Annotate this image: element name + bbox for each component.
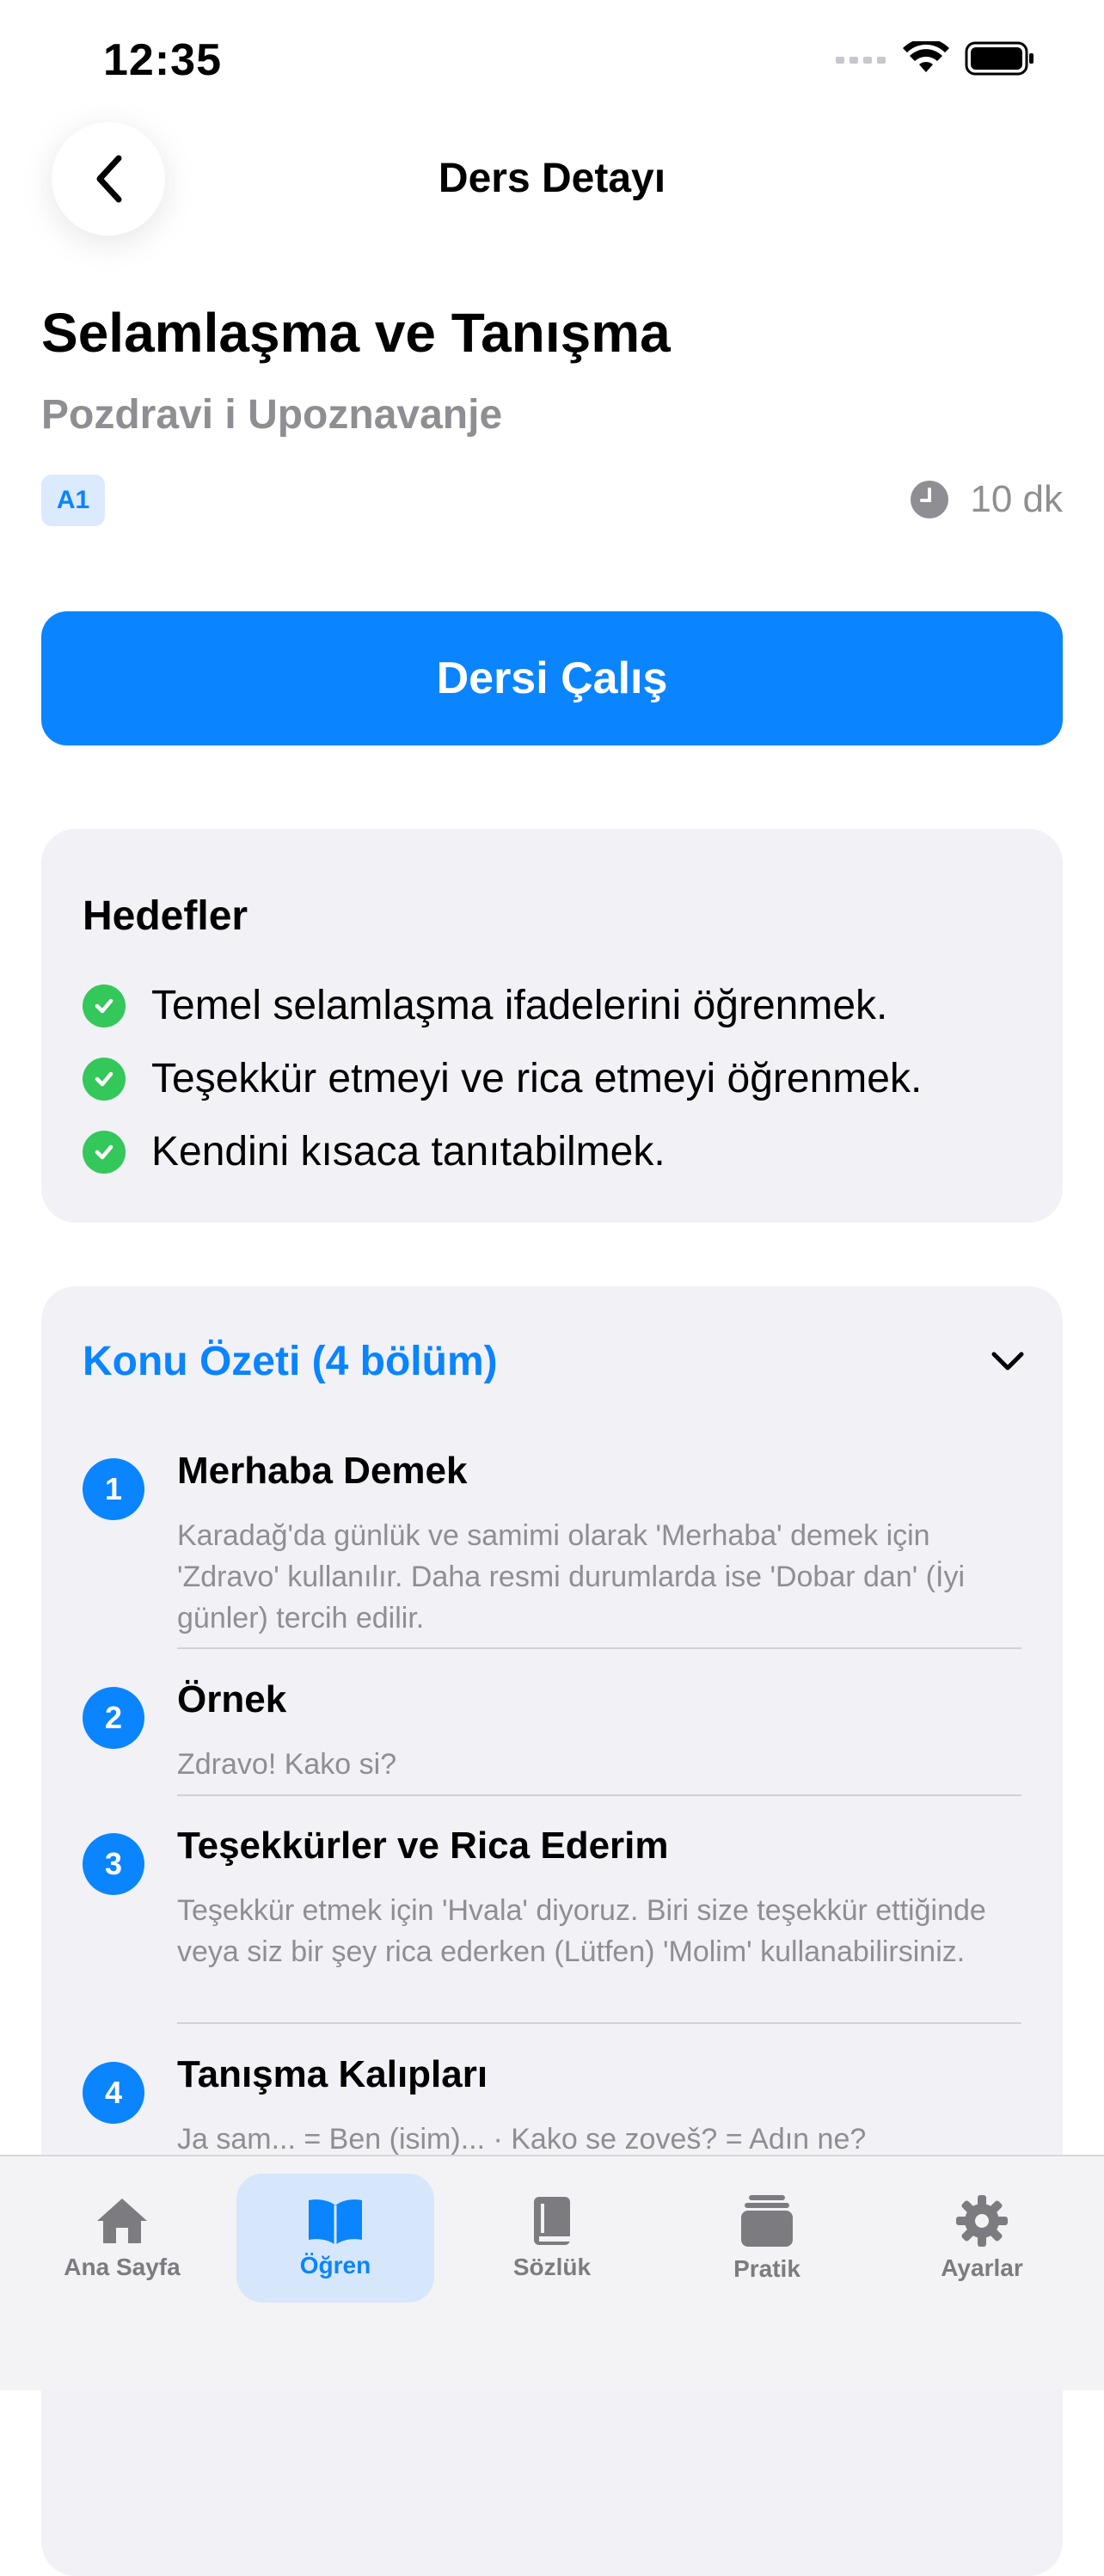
section-body: Karadağ'da günlük ve samimi olarak 'Merh… <box>177 1519 966 1635</box>
tab-label: Ayarlar <box>941 2254 1023 2281</box>
section-body: Teşekkür etmek için 'Hvala' diyoruz. Bir… <box>177 1894 986 1968</box>
study-lesson-button[interactable]: Dersi Çalış <box>41 611 1063 745</box>
goals-heading: Hedefler <box>83 893 248 939</box>
status-time: 12:35 <box>103 35 222 85</box>
divider <box>177 2022 1021 2024</box>
section-title: Merhaba Demek <box>177 1450 468 1492</box>
checkmark-icon <box>83 1130 126 1174</box>
duration-label: 10 dk <box>970 478 1063 520</box>
page-title: Ders Detayı <box>438 156 666 201</box>
section-number: 3 <box>83 1833 144 1895</box>
section-number: 2 <box>83 1687 144 1749</box>
lesson-title: Selamlaşma ve Tanışma <box>41 302 671 364</box>
section-title: Tanışma Kalıpları <box>177 2053 488 2095</box>
goal-text: Kendini kısaca tanıtabilmek. <box>151 1129 665 1175</box>
section-body: Ja sam... = Ben (isim)... · Kako se zove… <box>177 2123 867 2156</box>
tab-settings[interactable]: Ayarlar <box>883 2174 1081 2303</box>
level-badge: A1 <box>41 475 105 526</box>
book-open-icon <box>309 2199 362 2245</box>
checkmark-icon <box>83 1057 126 1101</box>
section-body: Zdravo! Kako si? <box>177 1748 397 1781</box>
goal-item: Teşekkür etmeyi ve rica etmeyi öğrenmek. <box>83 1055 922 1102</box>
section-title: Teşekkürler ve Rica Ederim <box>177 1825 669 1867</box>
goal-item: Kendini kısaca tanıtabilmek. <box>83 1128 665 1175</box>
book-icon <box>534 2197 570 2245</box>
tab-label: Sözlük <box>512 2254 592 2280</box>
status-icons <box>836 41 1035 76</box>
section-number: 4 <box>83 2062 144 2124</box>
goal-item: Temel selamlaşma ifadelerini öğrenmek. <box>83 982 887 1029</box>
tab-home[interactable]: Ana Sayfa <box>23 2174 221 2303</box>
section-title: Örnek <box>177 1678 287 1720</box>
signal-icon <box>836 57 886 64</box>
tab-learn[interactable]: Öğren <box>236 2174 434 2303</box>
goal-text: Temel selamlaşma ifadelerini öğrenmek. <box>151 983 888 1028</box>
divider <box>177 1794 1021 1796</box>
tab-bar: Ana Sayfa Öğren Sözlük Pratik Ayarlar <box>0 2155 1104 2390</box>
goals-card: Hedefler Temel selamlaşma ifadelerini öğ… <box>41 829 1063 1223</box>
divider <box>177 1647 1021 1649</box>
section-number: 1 <box>83 1458 144 1520</box>
lesson-duration: 10 dk <box>910 478 1063 521</box>
tab-label: Pratik <box>733 2255 800 2282</box>
stack-icon <box>741 2195 793 2247</box>
goal-text: Teşekkür etmeyi ve rica etmeyi öğrenmek. <box>151 1056 923 1101</box>
wifi-icon <box>903 41 949 72</box>
house-icon <box>97 2199 147 2243</box>
summary-toggle[interactable]: Konu Özeti (4 bölüm) <box>83 1338 498 1385</box>
checkmark-icon <box>83 984 126 1027</box>
lesson-subtitle: Pozdravi i Upoznavanje <box>41 392 503 438</box>
clock-icon <box>911 481 949 518</box>
tab-label: Ana Sayfa <box>64 2254 181 2280</box>
tab-label: Öğren <box>299 2252 371 2279</box>
gear-icon <box>956 2195 1008 2247</box>
tab-practice[interactable]: Pratik <box>668 2174 866 2303</box>
battery-icon <box>965 41 1033 76</box>
chevron-down-icon[interactable] <box>991 1350 1025 1372</box>
tab-dictionary[interactable]: Sözlük <box>453 2174 651 2303</box>
